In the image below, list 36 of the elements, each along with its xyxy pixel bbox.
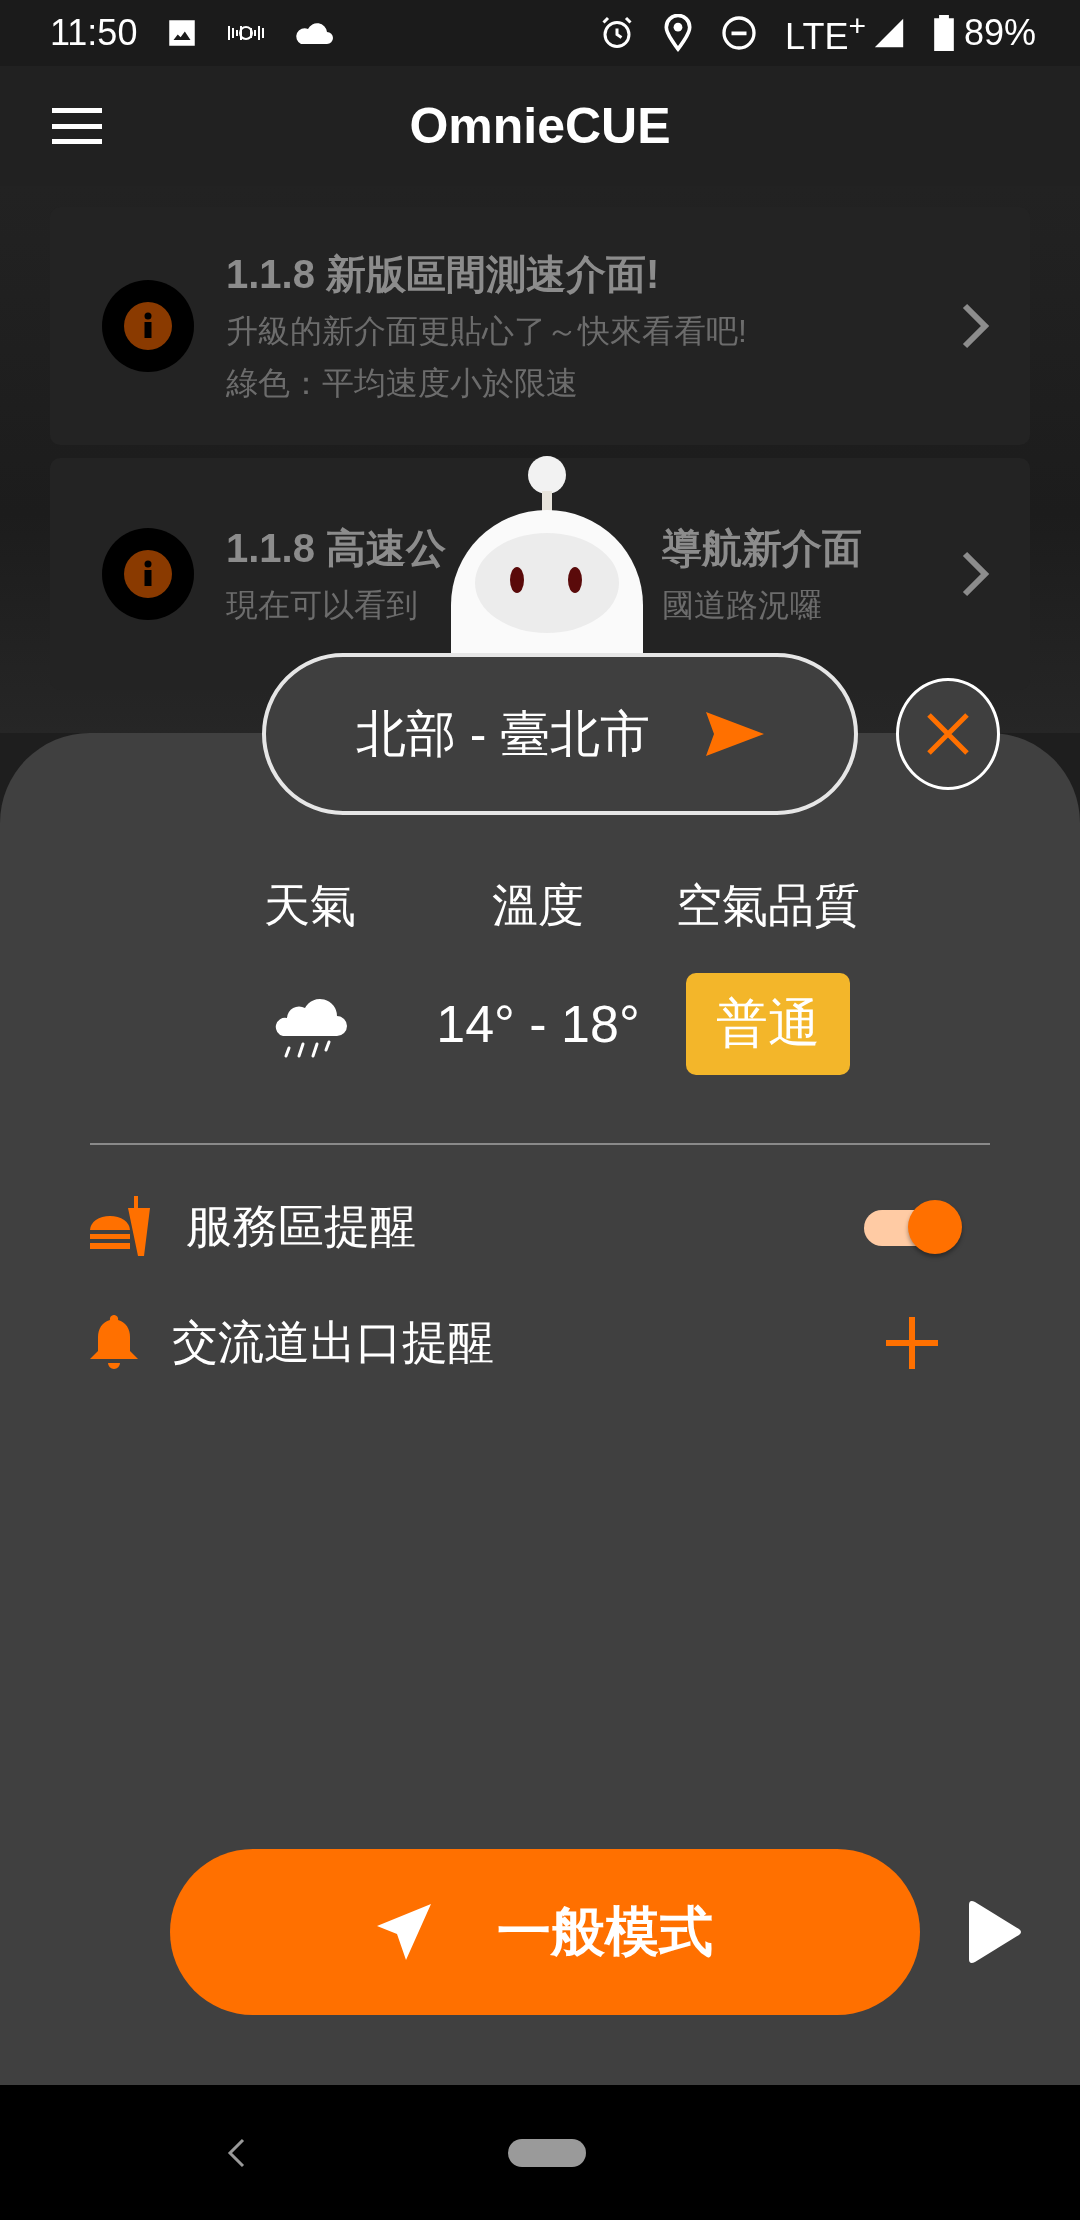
notice-text: 國道路況囉 bbox=[662, 585, 823, 625]
air-quality-badge: 普通 bbox=[686, 973, 850, 1075]
weather-label: 溫度 bbox=[492, 878, 584, 933]
weather-label: 空氣品質 bbox=[676, 878, 860, 933]
notice-text: 升級的新介面更貼心了～快來看看吧! bbox=[226, 311, 747, 351]
home-button[interactable] bbox=[508, 2138, 586, 2167]
app-title: OmnieCUE bbox=[409, 97, 671, 155]
notice-text: 綠色：平均速度小於限速 bbox=[226, 363, 578, 403]
bell-icon bbox=[90, 1315, 138, 1371]
notice-text: 現在可以看到 bbox=[226, 585, 419, 625]
clock-time: 11:50 bbox=[50, 12, 138, 54]
do-not-disturb-icon bbox=[721, 15, 758, 51]
close-icon bbox=[926, 712, 970, 756]
navigation-arrow-icon bbox=[376, 1904, 433, 1960]
add-button[interactable] bbox=[884, 1315, 940, 1371]
reminder-label: 服務區提醒 bbox=[186, 1199, 417, 1254]
chevron-right-icon bbox=[960, 301, 990, 351]
chevron-right-icon bbox=[960, 549, 990, 599]
reminder-label: 交流道出口提醒 bbox=[172, 1315, 495, 1370]
cloud-icon bbox=[293, 20, 334, 46]
burger-drink-icon bbox=[90, 1196, 152, 1258]
network-type: LTE$^{+}$ bbox=[785, 8, 866, 58]
notice-title: 1.1.8 新版區間測速介面! bbox=[226, 250, 660, 298]
reminder-toggle[interactable] bbox=[864, 1200, 962, 1254]
notice-title: 導航新介面 bbox=[662, 524, 863, 572]
weather-label: 天氣 bbox=[264, 878, 356, 933]
temperature-range: 14° - 18° bbox=[436, 994, 640, 1054]
notice-title: 1.1.8 高速公 bbox=[226, 524, 448, 572]
menu-button[interactable] bbox=[52, 108, 102, 144]
location-button[interactable]: 北部 - 臺北市 bbox=[262, 653, 858, 815]
battery-level: 89% bbox=[963, 12, 1036, 54]
mode-button[interactable]: 一般模式 bbox=[169, 1849, 920, 2015]
navigation-arrow-icon bbox=[706, 712, 765, 756]
location-pin-icon bbox=[663, 14, 694, 52]
back-button[interactable] bbox=[226, 2137, 246, 2168]
battery-icon bbox=[933, 15, 954, 51]
